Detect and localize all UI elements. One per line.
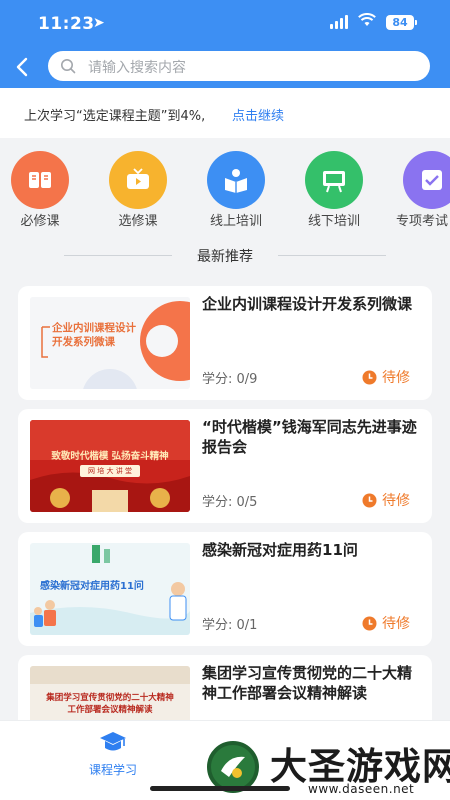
thumb-caption: 网 培 大 讲 堂	[80, 465, 140, 477]
category-label: 线下培训	[307, 214, 360, 229]
section-header: 最新推荐	[0, 246, 450, 266]
back-arrow-icon[interactable]	[12, 56, 34, 78]
continue-link[interactable]: 点击继续	[232, 105, 284, 124]
credit-value: 0/9	[236, 372, 258, 387]
tab-label: 课程学习	[88, 763, 137, 777]
thumb-caption: 感染新冠对症用药11问	[40, 581, 144, 592]
battery-icon: 84	[386, 15, 417, 30]
course-thumbnail: 感染新冠对症用药11问	[30, 543, 190, 635]
category-label: 专项考试	[396, 214, 449, 229]
course-card[interactable]: 感染新冠对症用药11问 感染新冠对症用药11问 学分: 0/1 待修	[18, 532, 432, 646]
board-icon	[323, 171, 345, 193]
thumb-caption: 企业内训课程设计	[52, 322, 136, 334]
reader-icon	[225, 169, 247, 193]
category-label: 必修课	[20, 214, 60, 229]
clock-icon	[362, 370, 377, 384]
course-thumbnail: 致敬时代楷模 弘扬奋斗精神 网 培 大 讲 堂	[30, 420, 190, 512]
category-elective[interactable]: 选修课	[98, 148, 178, 238]
status-bar: 11:23 ➤ 84	[0, 0, 450, 46]
graduation-cap-icon	[100, 732, 126, 751]
category-offline[interactable]: 线下培训	[294, 148, 374, 238]
course-thumbnail: 企业内训课程设计 开发系列微课	[30, 297, 190, 389]
home-indicator	[150, 786, 290, 791]
section-title: 最新推荐	[197, 249, 253, 265]
credit-label: 学分:	[202, 495, 233, 510]
thumb-caption: 开发系列微课	[52, 336, 115, 348]
course-credit: 学分: 0/5	[202, 491, 257, 510]
book-icon	[29, 172, 51, 188]
course-card[interactable]: 致敬时代楷模 弘扬奋斗精神 网 培 大 讲 堂 “时代楷模”钱海军同志先进事迹报…	[18, 409, 432, 523]
category-label: 线上培训	[209, 214, 262, 229]
thumb-caption: 致敬时代楷模 弘扬奋斗精神	[51, 451, 169, 462]
last-study-banner: 上次学习“选定课程主题”到4%, 点击继续	[0, 88, 450, 138]
category-row: 必修课 选修课 线上培训 线下培训 专项考试	[0, 148, 450, 238]
thumb-caption: 集团学习宣传贯彻党的二十大精神	[46, 693, 174, 703]
status-badge: 待修	[362, 613, 410, 633]
search-input[interactable]: 请输入搜索内容	[48, 51, 430, 81]
category-label: 选修课	[118, 214, 158, 229]
status-time: 11:23	[38, 14, 95, 34]
search-icon	[61, 59, 76, 74]
status-text: 待修	[382, 616, 410, 632]
credit-value: 0/1	[236, 618, 258, 633]
status-text: 待修	[382, 370, 410, 386]
course-card[interactable]: 集团学习宣传贯彻党的二十大精神 工作部署会议精神解读 集团学习宣传贯彻党的二十大…	[18, 655, 432, 720]
course-title: 集团学习宣传贯彻党的二十大精神工作部署会议精神解读	[202, 664, 413, 702]
location-arrow-icon: ➤	[93, 15, 105, 31]
last-study-text: 上次学习“选定课程主题”到4%,	[24, 109, 206, 124]
clock-icon	[362, 493, 377, 507]
course-title: 企业内训课程设计开发系列微课	[202, 295, 413, 313]
watermark-url: www.daseen.net	[308, 782, 415, 796]
wifi-icon	[358, 13, 376, 26]
course-list: 企业内训课程设计 开发系列微课 企业内训课程设计开发系列微课 学分: 0/9 待…	[0, 276, 450, 720]
status-badge: 待修	[362, 490, 410, 510]
credit-label: 学分:	[202, 618, 233, 633]
tab-course-study[interactable]: 课程学习	[70, 729, 156, 789]
course-title: “时代楷模”钱海军同志先进事迹报告会	[202, 418, 417, 456]
status-badge: 待修	[362, 367, 410, 387]
category-exam[interactable]: 专项考试	[392, 148, 450, 238]
clock-icon	[362, 616, 377, 630]
exam-icon	[422, 170, 442, 190]
category-required[interactable]: 必修课	[0, 148, 80, 238]
thumb-caption: 工作部署会议精神解读	[67, 705, 153, 715]
course-thumbnail: 集团学习宣传贯彻党的二十大精神 工作部署会议精神解读	[30, 666, 190, 720]
search-placeholder: 请输入搜索内容	[88, 60, 186, 76]
cellular-signal-icon	[330, 15, 348, 29]
course-credit: 学分: 0/9	[202, 368, 257, 387]
credit-label: 学分:	[202, 372, 233, 387]
tv-icon	[127, 168, 149, 189]
course-card[interactable]: 企业内训课程设计 开发系列微课 企业内训课程设计开发系列微课 学分: 0/9 待…	[18, 286, 432, 400]
category-online[interactable]: 线上培训	[196, 148, 276, 238]
status-text: 待修	[382, 493, 410, 509]
divider	[278, 255, 386, 256]
header: 11:23 ➤ 84 请输入搜索内容	[0, 0, 450, 88]
credit-value: 0/5	[236, 495, 258, 510]
course-credit: 学分: 0/1	[202, 614, 257, 633]
course-title: 感染新冠对症用药11问	[202, 541, 358, 559]
